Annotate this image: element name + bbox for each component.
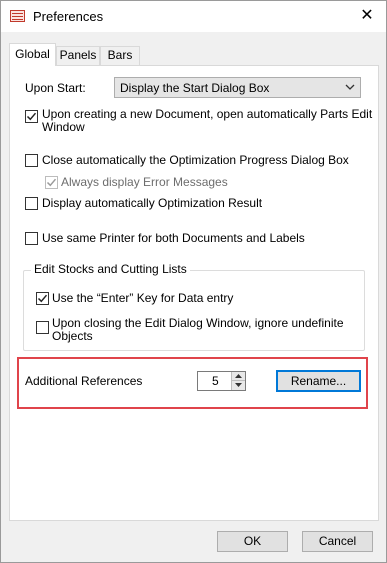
triangle-down-icon — [235, 383, 242, 387]
close-optimization-checkbox[interactable] — [25, 154, 38, 167]
open-parts-edit-label-line2: Window — [42, 120, 85, 134]
always-display-errors-checkbox[interactable] — [45, 176, 58, 189]
checkmark-icon — [37, 294, 48, 303]
open-parts-edit-label: Upon creating a new Document, open autom… — [42, 107, 373, 121]
window-title: Preferences — [33, 9, 104, 24]
ignore-undefinite-checkbox[interactable] — [36, 321, 49, 334]
additional-references-label: Additional References — [25, 374, 143, 388]
edit-stocks-group-title: Edit Stocks and Cutting Lists — [31, 262, 190, 276]
tab-global[interactable]: Global — [9, 43, 56, 66]
enter-key-label: Use the “Enter” Key for Data entry — [52, 291, 234, 305]
cancel-button[interactable]: Cancel — [302, 531, 373, 552]
triangle-up-icon — [235, 374, 242, 378]
ignore-undefinite-label-line2: Objects — [52, 329, 93, 343]
rename-button[interactable]: Rename... — [276, 370, 361, 392]
same-printer-label: Use same Printer for both Documents and … — [42, 231, 305, 245]
display-optimization-result-label: Display automatically Optimization Resul… — [42, 196, 263, 210]
title-bar: Preferences ✕ — [1, 1, 386, 32]
chevron-down-icon — [344, 80, 356, 94]
stepper-up-button[interactable] — [231, 372, 245, 381]
close-optimization-label: Close automatically the Optimization Pro… — [42, 153, 349, 167]
open-parts-edit-checkbox[interactable] — [25, 110, 38, 123]
same-printer-checkbox[interactable] — [25, 232, 38, 245]
ok-button[interactable]: OK — [217, 531, 288, 552]
tab-panels[interactable]: Panels — [56, 46, 100, 65]
stepper-down-button[interactable] — [231, 381, 245, 390]
enter-key-checkbox[interactable] — [36, 292, 49, 305]
additional-references-stepper[interactable]: 5 — [197, 371, 246, 391]
preferences-window: Preferences ✕ Global Panels Bars Upon St… — [0, 0, 387, 563]
upon-start-value: Display the Start Dialog Box — [120, 81, 270, 95]
tab-bars[interactable]: Bars — [100, 46, 140, 65]
display-optimization-result-checkbox[interactable] — [25, 197, 38, 210]
checkmark-icon — [46, 178, 57, 187]
additional-references-value[interactable]: 5 — [212, 374, 219, 388]
always-display-errors-label: Always display Error Messages — [61, 175, 228, 189]
upon-start-label: Upon Start: — [25, 81, 86, 95]
upon-start-select[interactable]: Display the Start Dialog Box — [114, 77, 361, 98]
close-icon[interactable]: ✕ — [353, 5, 381, 27]
ignore-undefinite-label: Upon closing the Edit Dialog Window, ign… — [52, 316, 344, 330]
app-icon — [10, 10, 25, 22]
checkmark-icon — [26, 112, 37, 121]
